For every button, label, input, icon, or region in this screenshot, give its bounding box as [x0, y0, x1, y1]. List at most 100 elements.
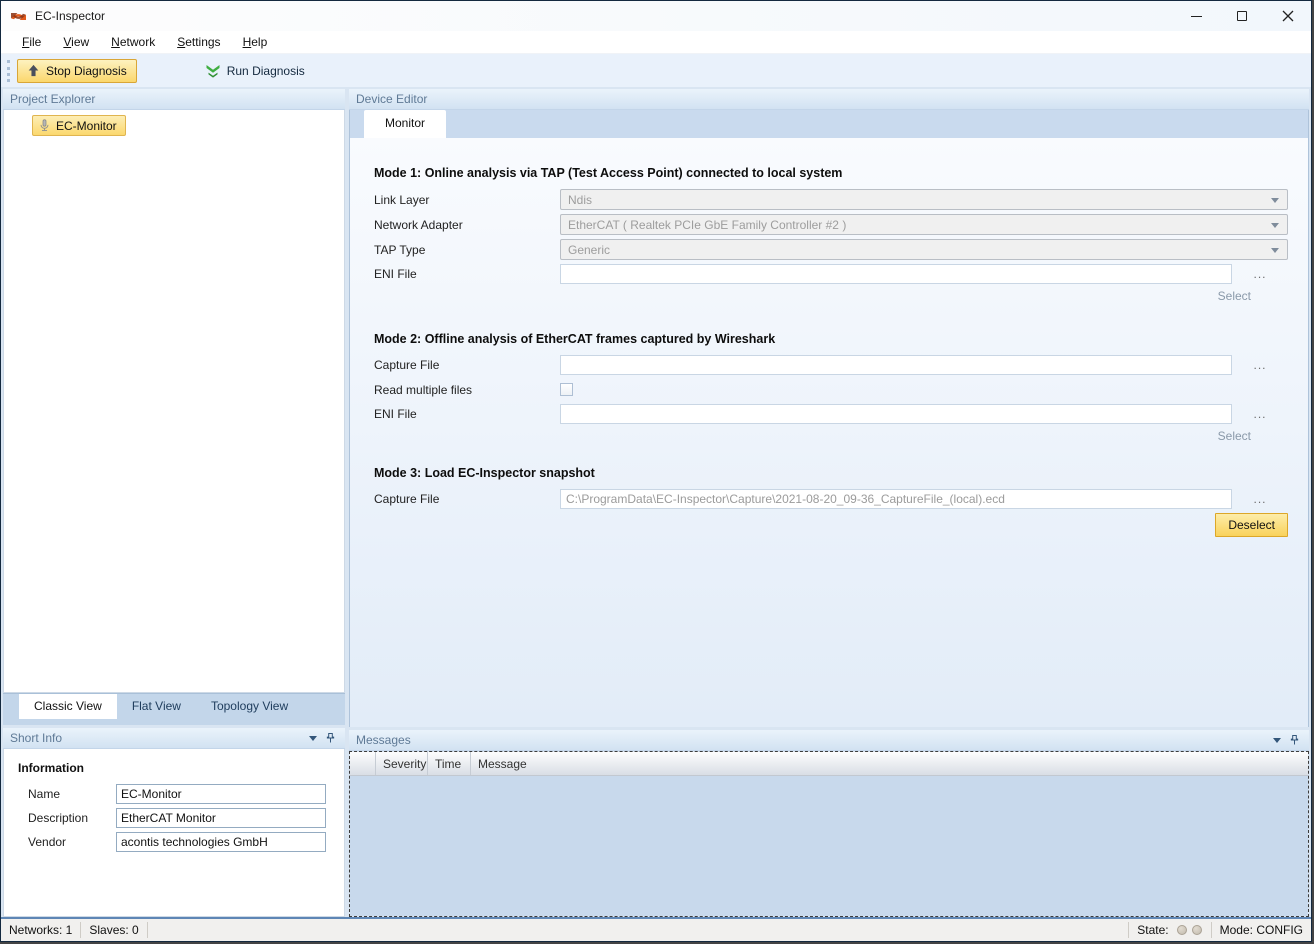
vendor-row: Vendor: [18, 832, 344, 852]
message-column-header[interactable]: Message: [471, 752, 1308, 775]
tab-flat-view[interactable]: Flat View: [117, 694, 196, 719]
tree-item-label: EC-Monitor: [56, 119, 117, 133]
mode1-select-link[interactable]: Select: [374, 289, 1288, 303]
mode3-capture-input[interactable]: [560, 489, 1232, 509]
time-column-header[interactable]: Time: [428, 752, 471, 775]
minimize-button[interactable]: [1173, 1, 1219, 31]
menu-help[interactable]: Help: [232, 32, 279, 52]
tree-item-ec-monitor[interactable]: EC-Monitor: [32, 115, 126, 136]
mode3-capture-label: Capture File: [374, 492, 560, 506]
vendor-field[interactable]: [116, 832, 326, 852]
mode2-eni-label: ENI File: [374, 407, 560, 421]
short-info-title: Short Info: [10, 728, 62, 748]
mode2-capture-row: Capture File ...: [374, 355, 1288, 375]
mode3-capture-row: Capture File ...: [374, 489, 1288, 509]
status-networks: Networks: 1: [1, 923, 80, 937]
tab-topology-view[interactable]: Topology View: [196, 694, 303, 719]
pin-icon[interactable]: [326, 732, 335, 744]
mode1-eni-row: ENI File ...: [374, 264, 1288, 284]
device-editor-title: Device Editor: [356, 89, 427, 109]
messages-list[interactable]: [350, 776, 1308, 916]
menu-settings[interactable]: Settings: [166, 32, 231, 52]
run-diagnosis-label: Run Diagnosis: [227, 64, 305, 78]
deselect-row: Deselect: [374, 513, 1288, 537]
project-tree: EC-Monitor: [3, 110, 345, 693]
row-indicator-column: [350, 752, 376, 775]
tab-classic-view[interactable]: Classic View: [19, 694, 117, 719]
link-layer-value: Ndis: [568, 193, 592, 207]
chevron-down-icon[interactable]: [1273, 738, 1281, 747]
tap-type-label: TAP Type: [374, 243, 560, 257]
close-icon: [1282, 10, 1294, 22]
short-info-header: Short Info: [3, 728, 345, 749]
main-area: Project Explorer EC-Monitor Classic View…: [1, 87, 1311, 917]
run-diagnosis-button[interactable]: Run Diagnosis: [195, 59, 315, 83]
messages-panel: Messages Severity Time Message: [349, 730, 1309, 917]
description-label: Description: [28, 811, 116, 825]
messages-grid-header: Severity Time Message: [350, 752, 1308, 776]
dropdown-arrow-icon: [1271, 198, 1279, 207]
tab-monitor[interactable]: Monitor: [364, 110, 446, 138]
title-bar: EC-Inspector: [1, 1, 1311, 31]
read-multiple-label: Read multiple files: [374, 383, 560, 397]
mode1-eni-browse-button[interactable]: ...: [1232, 267, 1288, 281]
network-adapter-row: Network Adapter EtherCAT ( Realtek PCIe …: [374, 214, 1288, 235]
arrow-up-icon: [27, 64, 40, 77]
mode1-eni-label: ENI File: [374, 267, 560, 281]
mode2-select-link[interactable]: Select: [374, 429, 1288, 443]
menu-network[interactable]: Network: [100, 32, 166, 52]
device-editor-header: Device Editor: [349, 89, 1309, 110]
editor-tab-strip: Monitor: [349, 110, 1309, 138]
monitor-tab-content: Mode 1: Online analysis via TAP (Test Ac…: [349, 138, 1309, 727]
explorer-view-tabs: Classic View Flat View Topology View: [3, 693, 345, 725]
status-state-label: State:: [1129, 923, 1176, 937]
read-multiple-checkbox[interactable]: [560, 383, 573, 396]
maximize-button[interactable]: [1219, 1, 1265, 31]
mode2-capture-browse-button[interactable]: ...: [1232, 358, 1288, 372]
status-bar: Networks: 1 Slaves: 0 State: Mode: CONFI…: [1, 919, 1311, 941]
information-heading: Information: [18, 761, 344, 775]
stop-diagnosis-button[interactable]: Stop Diagnosis: [17, 59, 137, 83]
severity-column-header[interactable]: Severity: [376, 752, 428, 775]
name-field[interactable]: [116, 784, 326, 804]
network-adapter-dropdown[interactable]: EtherCAT ( Realtek PCIe GbE Family Contr…: [560, 214, 1288, 235]
name-row: Name: [18, 784, 344, 804]
toolbar-grip[interactable]: [7, 60, 10, 82]
menu-bar: File View Network Settings Help: [1, 31, 1311, 54]
monitor-device-icon: [37, 118, 52, 133]
mode1-eni-input[interactable]: [560, 264, 1232, 284]
description-row: Description: [18, 808, 344, 828]
menu-view[interactable]: View: [52, 32, 100, 52]
project-explorer-title: Project Explorer: [10, 89, 95, 109]
pin-icon[interactable]: [1290, 734, 1299, 746]
description-field[interactable]: [116, 808, 326, 828]
mode2-heading: Mode 2: Offline analysis of EtherCAT fra…: [374, 332, 1288, 346]
chevron-down-icon[interactable]: [309, 736, 317, 745]
toolbar: Stop Diagnosis Run Diagnosis: [1, 54, 1311, 87]
project-explorer-panel: Project Explorer EC-Monitor Classic View…: [3, 89, 345, 917]
stop-diagnosis-label: Stop Diagnosis: [46, 64, 127, 78]
mode2-eni-input[interactable]: [560, 404, 1232, 424]
short-info-body: Information Name Description Vendor: [3, 749, 345, 917]
menu-file[interactable]: File: [11, 32, 52, 52]
mode2-eni-browse-button[interactable]: ...: [1232, 407, 1288, 421]
read-multiple-row: Read multiple files: [374, 379, 1288, 400]
minimize-icon: [1191, 16, 1202, 17]
window-title: EC-Inspector: [35, 9, 105, 23]
tap-type-dropdown[interactable]: Generic: [560, 239, 1288, 260]
mode2-eni-row: ENI File ...: [374, 404, 1288, 424]
status-mode: Mode: CONFIG: [1212, 923, 1311, 937]
mode3-heading: Mode 3: Load EC-Inspector snapshot: [374, 466, 1288, 480]
name-label: Name: [28, 787, 116, 801]
deselect-button[interactable]: Deselect: [1215, 513, 1288, 537]
messages-grid: Severity Time Message: [349, 751, 1309, 917]
status-separator: [147, 922, 148, 938]
messages-title: Messages: [356, 730, 411, 750]
link-layer-dropdown[interactable]: Ndis: [560, 189, 1288, 210]
app-logo-icon: [10, 9, 27, 24]
mode2-capture-input[interactable]: [560, 355, 1232, 375]
close-button[interactable]: [1265, 1, 1311, 31]
state-led-icon: [1177, 925, 1187, 935]
dropdown-arrow-icon: [1271, 248, 1279, 257]
mode3-capture-browse-button[interactable]: ...: [1232, 492, 1288, 506]
